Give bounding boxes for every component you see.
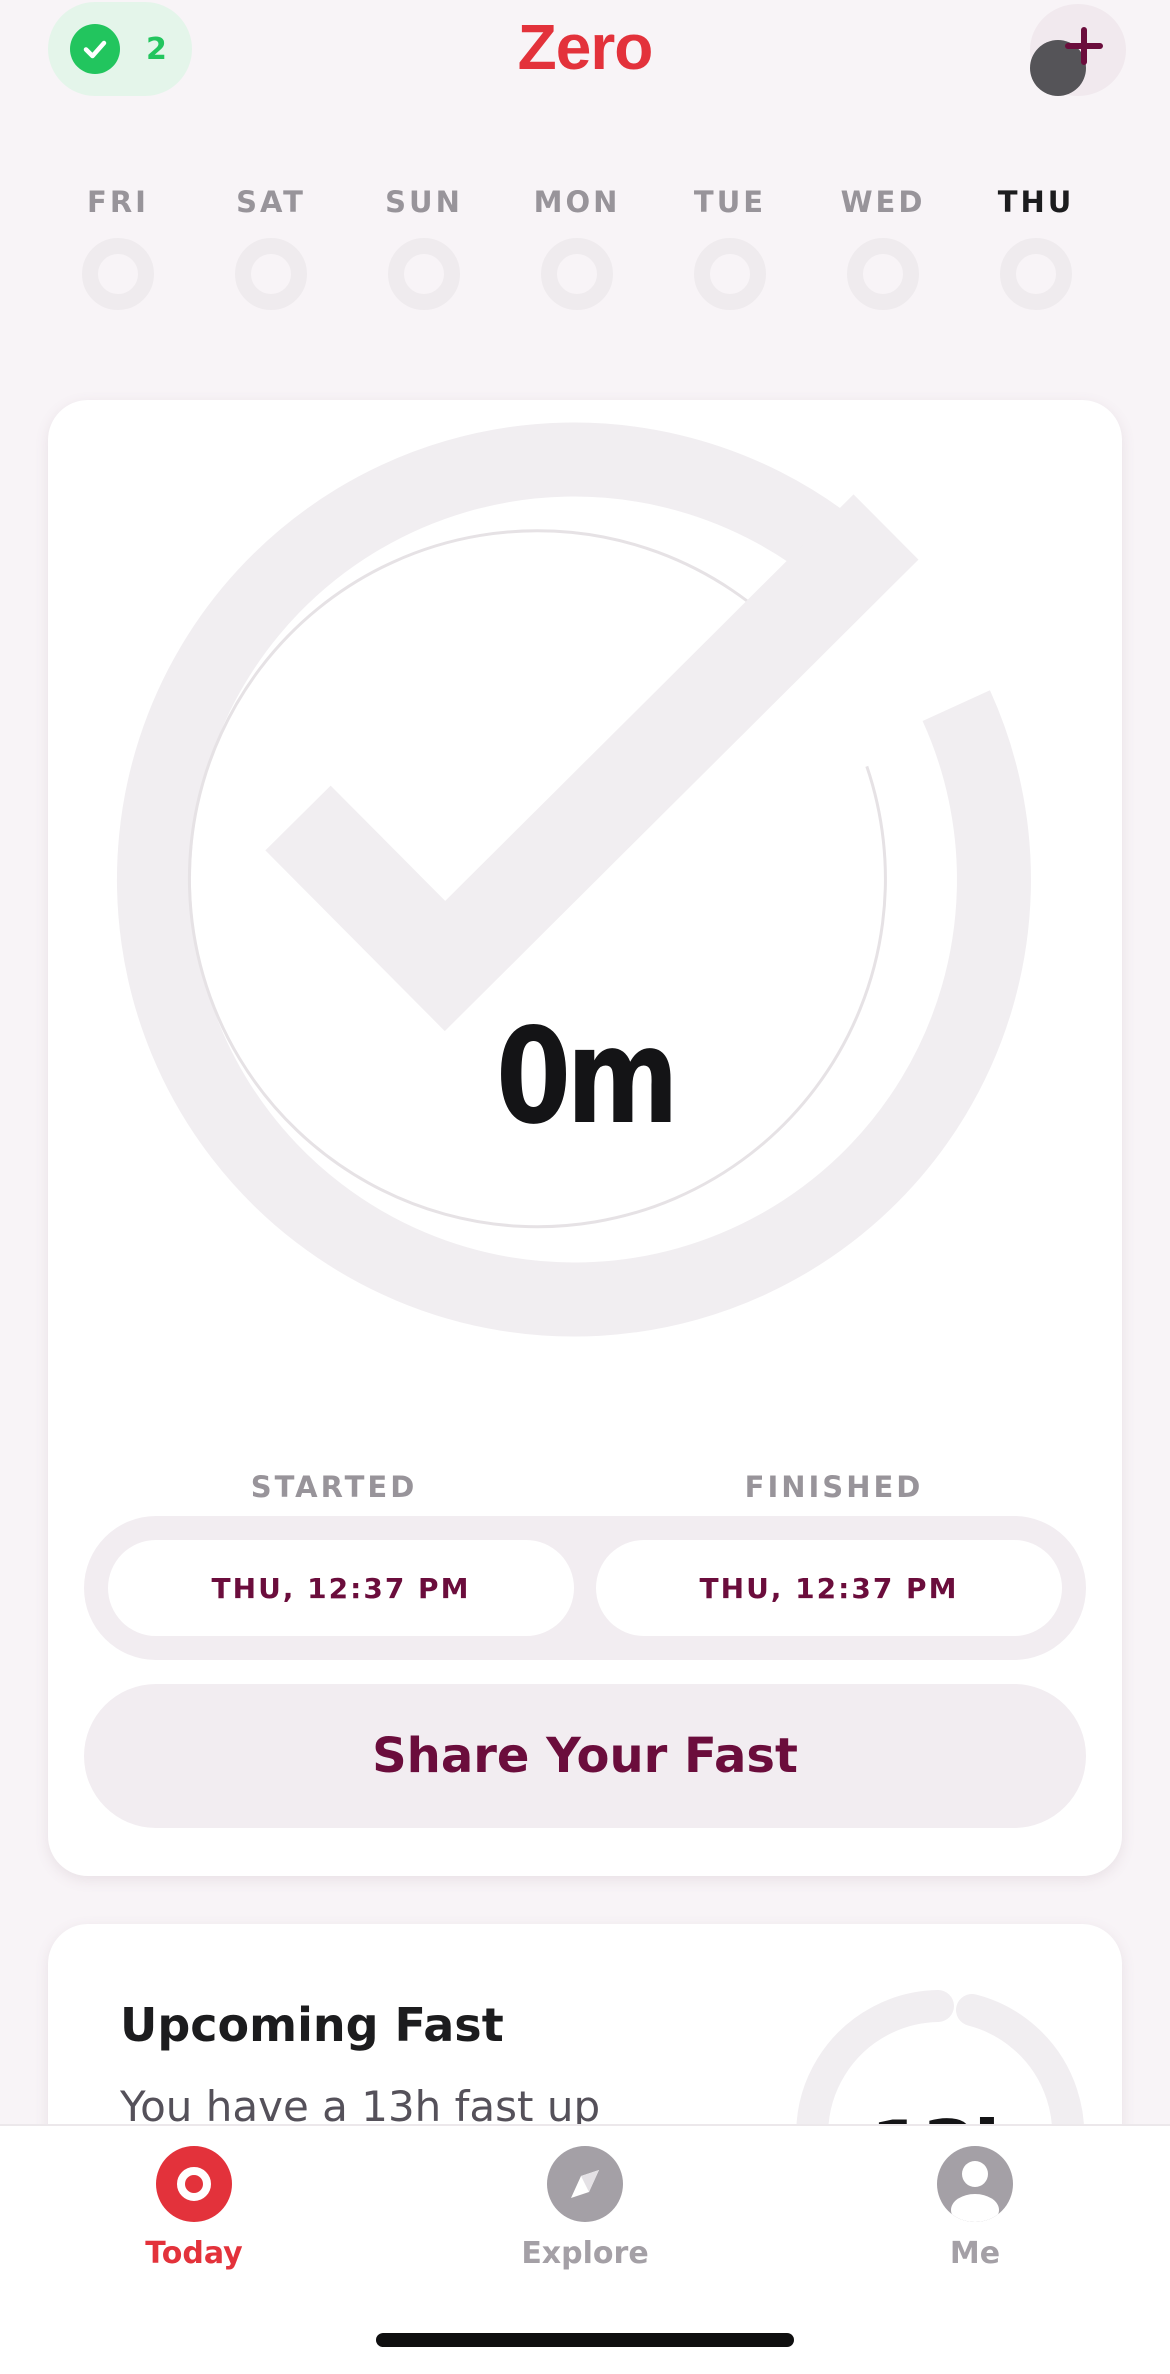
plus-icon (1065, 27, 1103, 65)
day-progress-ring (235, 238, 307, 310)
day-tue[interactable]: TUE (660, 180, 800, 310)
finished-label: FINISHED (744, 1470, 924, 1504)
day-fri[interactable]: FRI (48, 180, 188, 310)
elapsed-time: 0m (495, 1000, 679, 1154)
timer-ring (116, 422, 1031, 1337)
fast-times-labels: STARTED FINISHED (84, 1470, 1084, 1514)
profile-icon (937, 2146, 1013, 2222)
week-strip: FRI SAT SUN MON TUE WED THU (48, 180, 1122, 320)
day-progress-ring (1000, 238, 1072, 310)
app-logo: Zero (517, 11, 654, 83)
fast-times: THU, 12:37 PM THU, 12:37 PM (84, 1516, 1086, 1660)
day-progress-ring (388, 238, 460, 310)
day-progress-ring (82, 238, 154, 310)
day-progress-ring (541, 238, 613, 310)
share-fast-button[interactable]: Share Your Fast (84, 1684, 1086, 1828)
day-wed[interactable]: WED (813, 180, 953, 310)
day-sun[interactable]: SUN (354, 180, 494, 310)
header: 2 Zero (0, 0, 1170, 110)
day-thu[interactable]: THU (966, 180, 1106, 310)
finished-time-button[interactable]: THU, 12:37 PM (596, 1540, 1062, 1636)
day-sat[interactable]: SAT (201, 180, 341, 310)
tab-me[interactable]: Me (855, 2146, 1095, 2271)
day-mon[interactable]: MON (507, 180, 647, 310)
tab-explore[interactable]: Explore (465, 2146, 705, 2271)
check-icon (265, 494, 919, 1032)
tab-today[interactable]: Today (74, 2146, 314, 2271)
upcoming-title: Upcoming Fast (120, 1998, 504, 2052)
day-progress-ring (847, 238, 919, 310)
started-time-button[interactable]: THU, 12:37 PM (108, 1540, 574, 1636)
started-label: STARTED (250, 1470, 418, 1504)
fast-timer-card: 0m STARTED FINISHED THU, 12:37 PM THU, 1… (48, 400, 1122, 1876)
home-indicator[interactable] (376, 2333, 794, 2347)
compass-icon (547, 2146, 623, 2222)
day-progress-ring (694, 238, 766, 310)
today-ring-icon (156, 2146, 232, 2222)
add-fast-button[interactable] (1030, 4, 1126, 96)
